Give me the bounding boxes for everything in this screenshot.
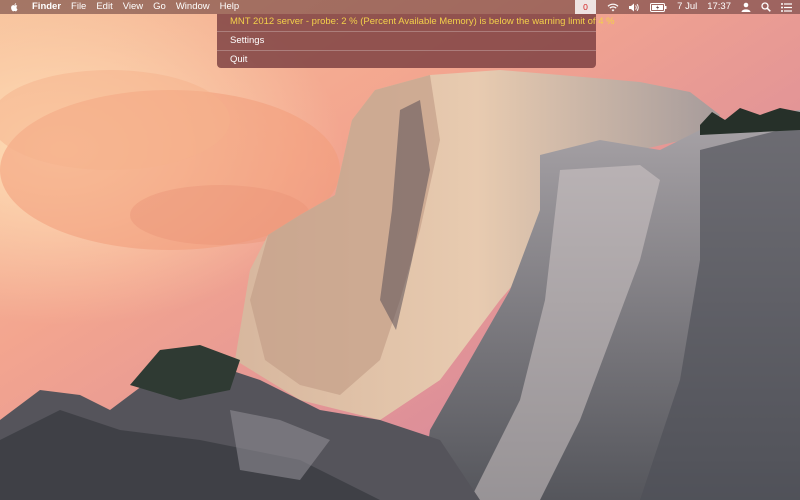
menu-separator <box>217 31 596 32</box>
quit-menu-item[interactable]: Quit <box>230 53 247 67</box>
menu-file[interactable]: File <box>66 0 91 14</box>
menu-app-finder[interactable]: Finder <box>27 0 66 14</box>
menu-date[interactable]: 7 Jul <box>672 0 702 14</box>
alert-menu-item[interactable]: MNT 2012 server - probe: 2 % (Percent Av… <box>230 16 615 28</box>
wallpaper-image <box>0 0 800 500</box>
status-badge[interactable]: 0 <box>575 0 596 14</box>
menu-go[interactable]: Go <box>148 0 171 14</box>
battery-icon[interactable] <box>645 0 672 14</box>
settings-menu-item[interactable]: Settings <box>230 34 264 48</box>
menu-help[interactable]: Help <box>215 0 245 14</box>
apple-icon[interactable] <box>0 0 27 14</box>
wifi-icon[interactable] <box>602 0 624 14</box>
menu-time[interactable]: 17:37 <box>702 0 736 14</box>
menu-edit[interactable]: Edit <box>91 0 117 14</box>
menu-bar: Finder File Edit View Go Window Help 7 J… <box>0 0 800 14</box>
status-dropdown-menu: MNT 2012 server - probe: 2 % (Percent Av… <box>217 14 615 68</box>
menu-window[interactable]: Window <box>171 0 215 14</box>
desktop: Finder File Edit View Go Window Help 7 J… <box>0 0 800 500</box>
spotlight-icon[interactable] <box>756 0 776 14</box>
menu-view[interactable]: View <box>118 0 148 14</box>
menu-separator <box>217 50 596 51</box>
volume-icon[interactable] <box>624 0 645 14</box>
notification-center-icon[interactable] <box>776 0 800 14</box>
user-icon[interactable] <box>736 0 756 14</box>
